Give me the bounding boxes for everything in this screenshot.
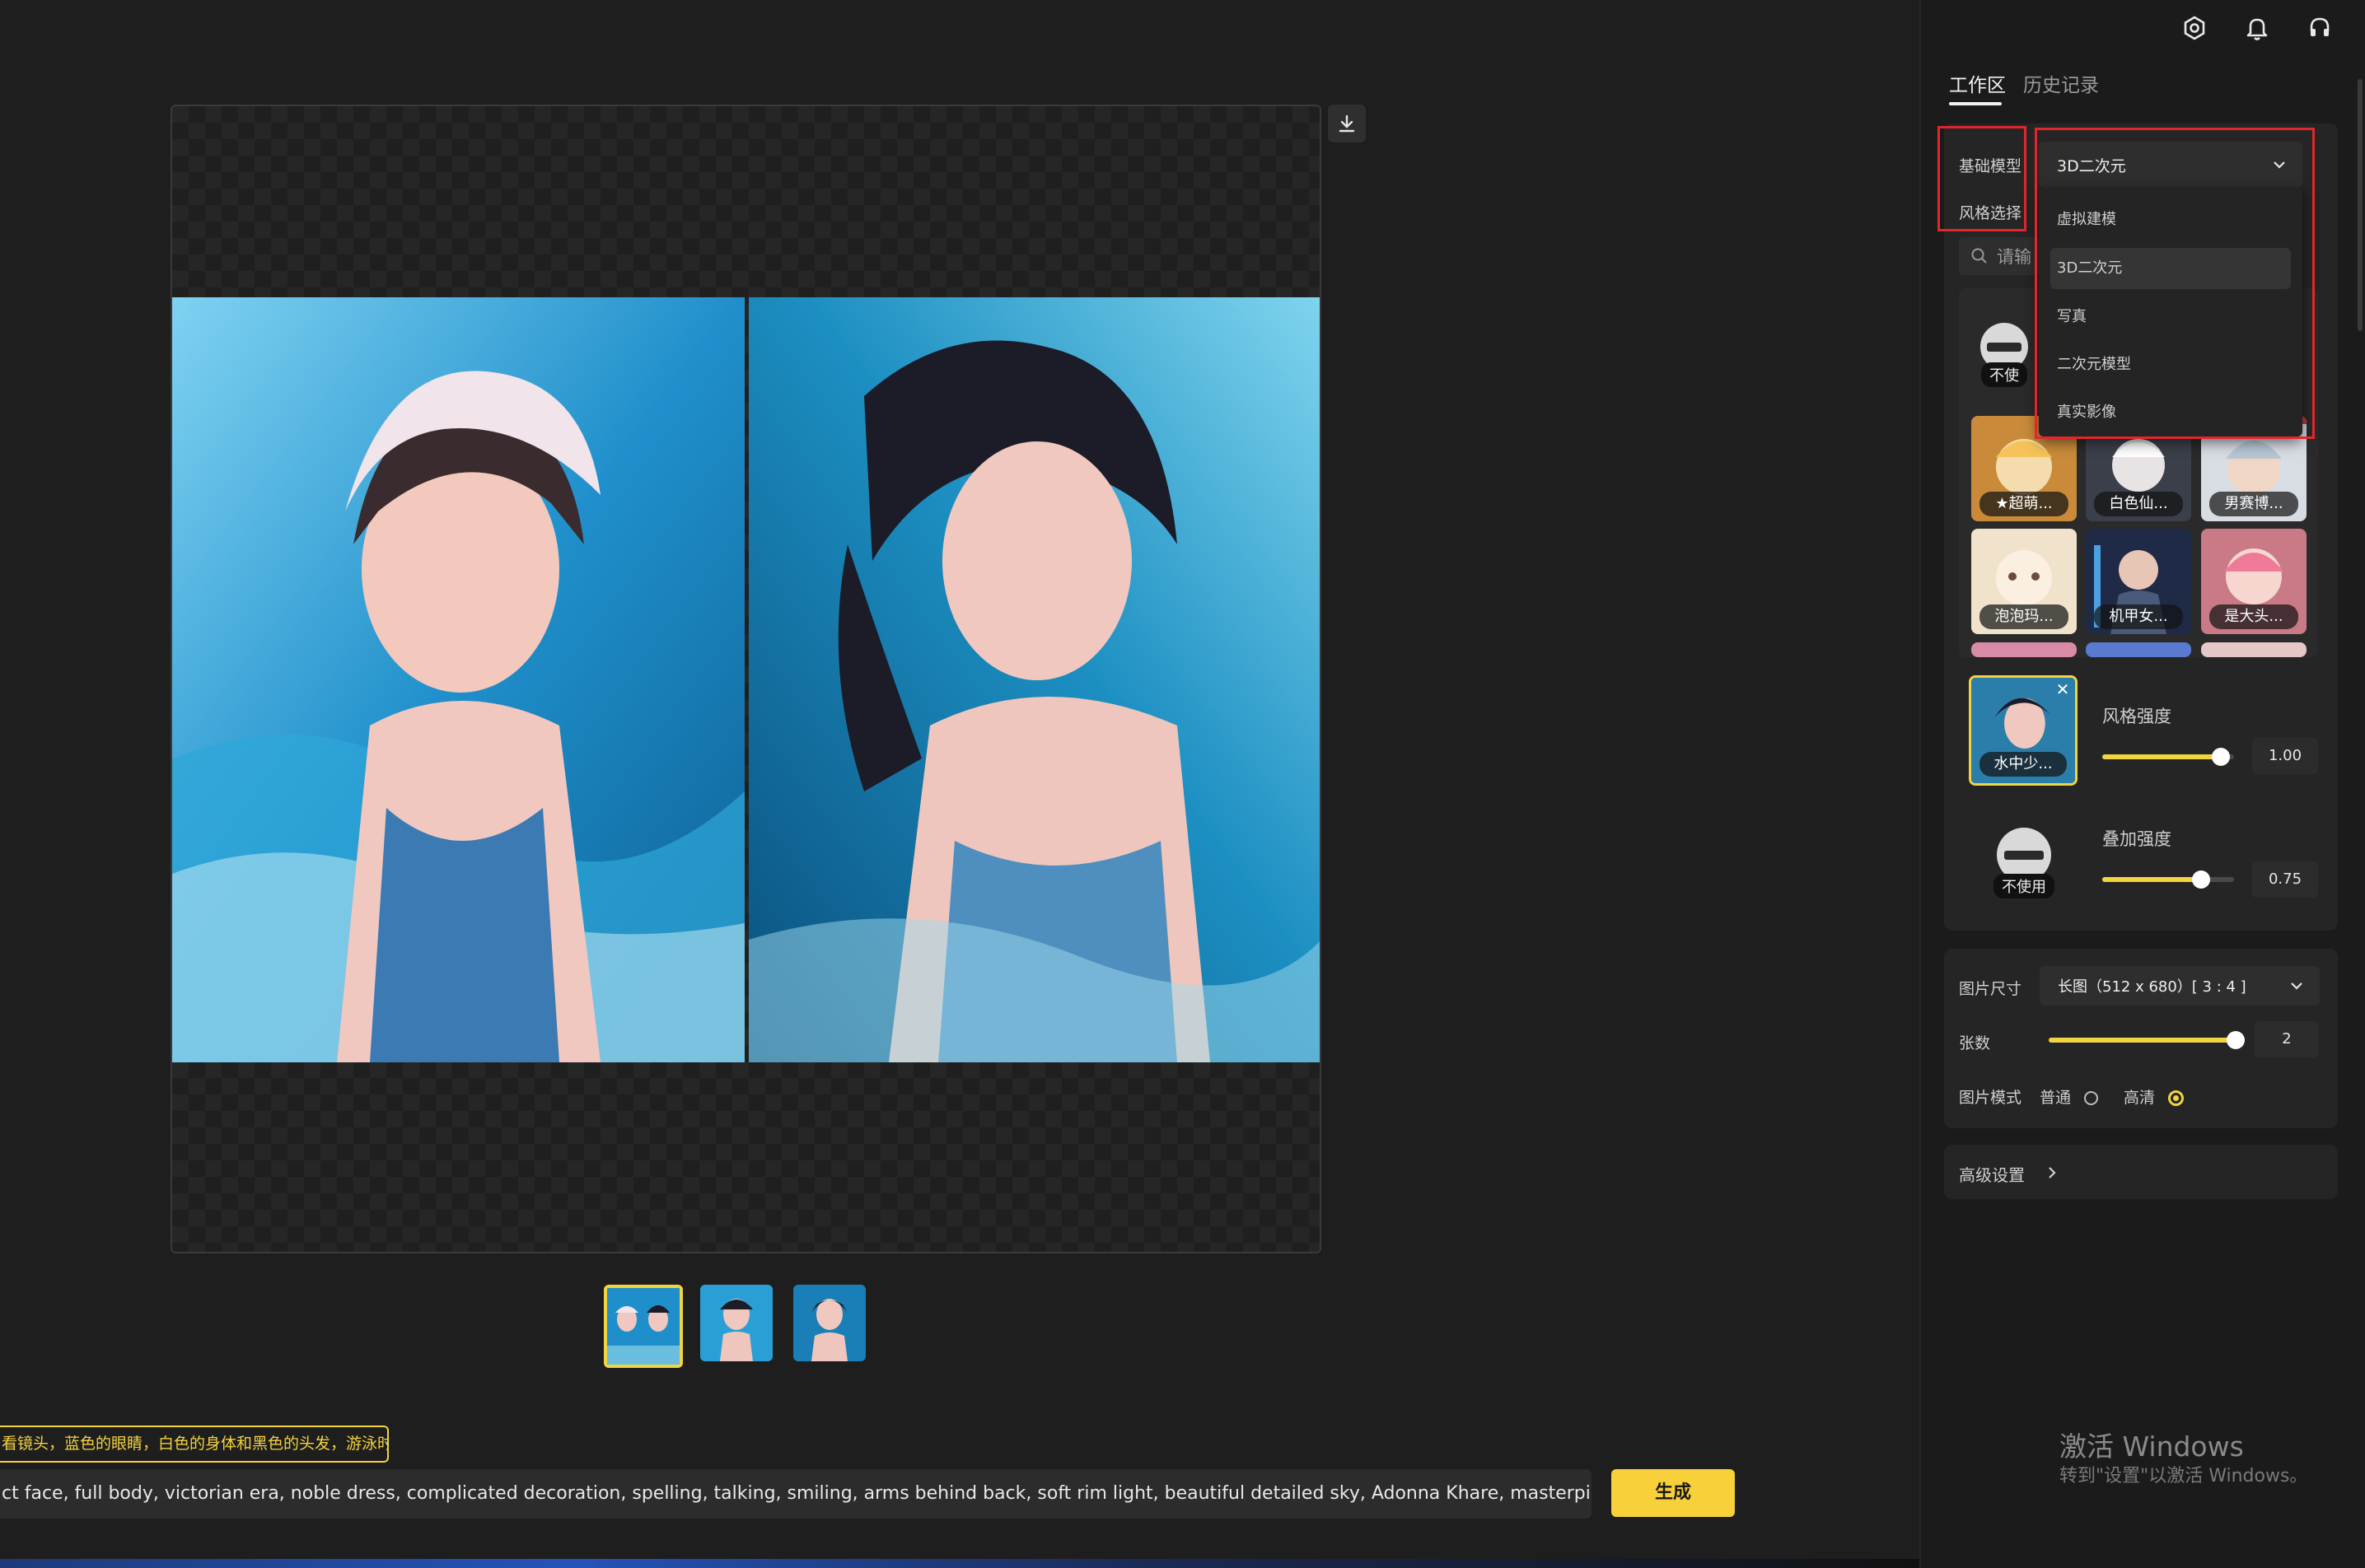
style-strength-slider[interactable] bbox=[2102, 748, 2234, 766]
tab-history[interactable]: 历史记录 bbox=[2023, 69, 2099, 97]
mode-normal-radio[interactable] bbox=[2084, 1091, 2099, 1105]
prompt-input[interactable]: ct face, full body, victorian era, noble… bbox=[0, 1469, 1591, 1519]
headset-icon[interactable] bbox=[2303, 12, 2336, 44]
download-button[interactable] bbox=[1328, 105, 1366, 142]
style-tile-label: 是大头... bbox=[2209, 604, 2298, 629]
size-label: 图片尺寸 bbox=[1959, 980, 2022, 998]
style-tile-7[interactable] bbox=[1971, 642, 2077, 657]
size-value: 长图（512 x 680）[ 3 : 4 ] bbox=[2058, 978, 2246, 996]
overlay-strength-value[interactable]: 0.75 bbox=[2252, 861, 2318, 898]
mode-normal-option[interactable]: 普通 bbox=[2040, 1085, 2099, 1108]
mode-hd-label: 高清 bbox=[2124, 1089, 2156, 1107]
prompt-translation: 看镜头，蓝色的眼睛，白色的身体和黑色的头发，游泳时 bbox=[0, 1426, 389, 1463]
thumbnail-2[interactable] bbox=[700, 1285, 773, 1361]
overlay-strength-fill bbox=[2102, 877, 2201, 882]
overlay-strength-thumb[interactable] bbox=[2192, 870, 2210, 889]
count-value[interactable]: 2 bbox=[2255, 1021, 2319, 1057]
dropdown-highlight bbox=[2035, 128, 2315, 439]
style-search-input[interactable]: 请输 bbox=[1959, 237, 2041, 275]
activation-watermark-subtitle: 转到"设置"以激活 Windows。 bbox=[2059, 1466, 2308, 1486]
settings-icon[interactable] bbox=[2178, 12, 2211, 44]
style-none-option[interactable]: 不使 bbox=[1980, 323, 2028, 387]
style-tile-label: 男赛博... bbox=[2209, 492, 2298, 516]
search-placeholder: 请输 bbox=[1997, 247, 2031, 267]
panel-scrollbar[interactable] bbox=[2358, 79, 2363, 331]
style-none-label: 不使 bbox=[1981, 362, 2027, 387]
generated-image-left bbox=[172, 297, 745, 1062]
chevron-down-icon bbox=[2291, 982, 2302, 990]
style-strength-label: 风格强度 bbox=[2102, 707, 2171, 726]
overlay-strength-slider[interactable] bbox=[2102, 870, 2234, 889]
style-select-label: 风格选择 bbox=[1959, 204, 2022, 222]
style-tile-label: 白色仙... bbox=[2094, 492, 2183, 516]
count-fill bbox=[2049, 1038, 2236, 1043]
base-model-label: 基础模型 bbox=[1959, 157, 2022, 175]
mode-normal-label: 普通 bbox=[2040, 1089, 2072, 1107]
style-strength-fill bbox=[2102, 754, 2221, 759]
overlay-strength-label: 叠加强度 bbox=[2102, 829, 2171, 849]
style-tile-label: 机甲女... bbox=[2094, 604, 2183, 629]
generated-image-right bbox=[749, 297, 1320, 1062]
activation-watermark-title: 激活 Windows bbox=[2059, 1430, 2244, 1463]
generate-button[interactable]: 生成 bbox=[1611, 1469, 1735, 1517]
style-strength-thumb[interactable] bbox=[2212, 748, 2230, 766]
style-tile-9[interactable] bbox=[2201, 642, 2307, 657]
tab-workspace[interactable]: 工作区 bbox=[1949, 69, 2006, 97]
style-tile-8[interactable] bbox=[2086, 642, 2191, 657]
style-tile-4[interactable]: 泡泡玛... bbox=[1971, 529, 2077, 634]
style-strength-value[interactable]: 1.00 bbox=[2252, 738, 2318, 774]
thumbnail-strip bbox=[604, 1285, 869, 1368]
active-tab-indicator bbox=[1949, 102, 2002, 105]
mode-label: 图片模式 bbox=[1959, 1089, 2022, 1107]
style-tile-6[interactable]: 是大头... bbox=[2201, 529, 2307, 634]
thumbnail-1[interactable] bbox=[604, 1285, 683, 1368]
style-tile-label: ★超萌... bbox=[1979, 492, 2068, 516]
overlay-none-label: 不使用 bbox=[1993, 874, 2054, 898]
search-icon bbox=[1971, 248, 1987, 264]
count-slider[interactable] bbox=[2049, 1031, 2246, 1049]
style-tile-5[interactable]: 机甲女... bbox=[2086, 529, 2191, 634]
mode-hd-option[interactable]: 高清 bbox=[2124, 1085, 2185, 1108]
image-canvas bbox=[171, 105, 1321, 1253]
count-label: 张数 bbox=[1959, 1034, 1991, 1052]
advanced-settings-label: 高级设置 bbox=[1959, 1165, 2025, 1185]
close-icon[interactable]: ✕ bbox=[2054, 681, 2072, 699]
download-icon bbox=[1339, 114, 1355, 133]
size-select[interactable]: 长图（512 x 680）[ 3 : 4 ] bbox=[2040, 966, 2320, 1006]
taskbar-strip bbox=[0, 1559, 1919, 1568]
thumbnail-3[interactable] bbox=[793, 1285, 866, 1361]
lora-label: 水中少... bbox=[1979, 752, 2067, 777]
overlay-none-option[interactable]: 不使用 bbox=[1993, 828, 2054, 898]
mode-hd-radio[interactable] bbox=[2168, 1090, 2185, 1106]
bell-icon[interactable] bbox=[2241, 12, 2274, 44]
lora-selected-card[interactable]: ✕ 水中少... bbox=[1969, 675, 2078, 786]
chevron-right-icon bbox=[2049, 1167, 2056, 1178]
style-tile-label: 泡泡玛... bbox=[1979, 604, 2068, 629]
